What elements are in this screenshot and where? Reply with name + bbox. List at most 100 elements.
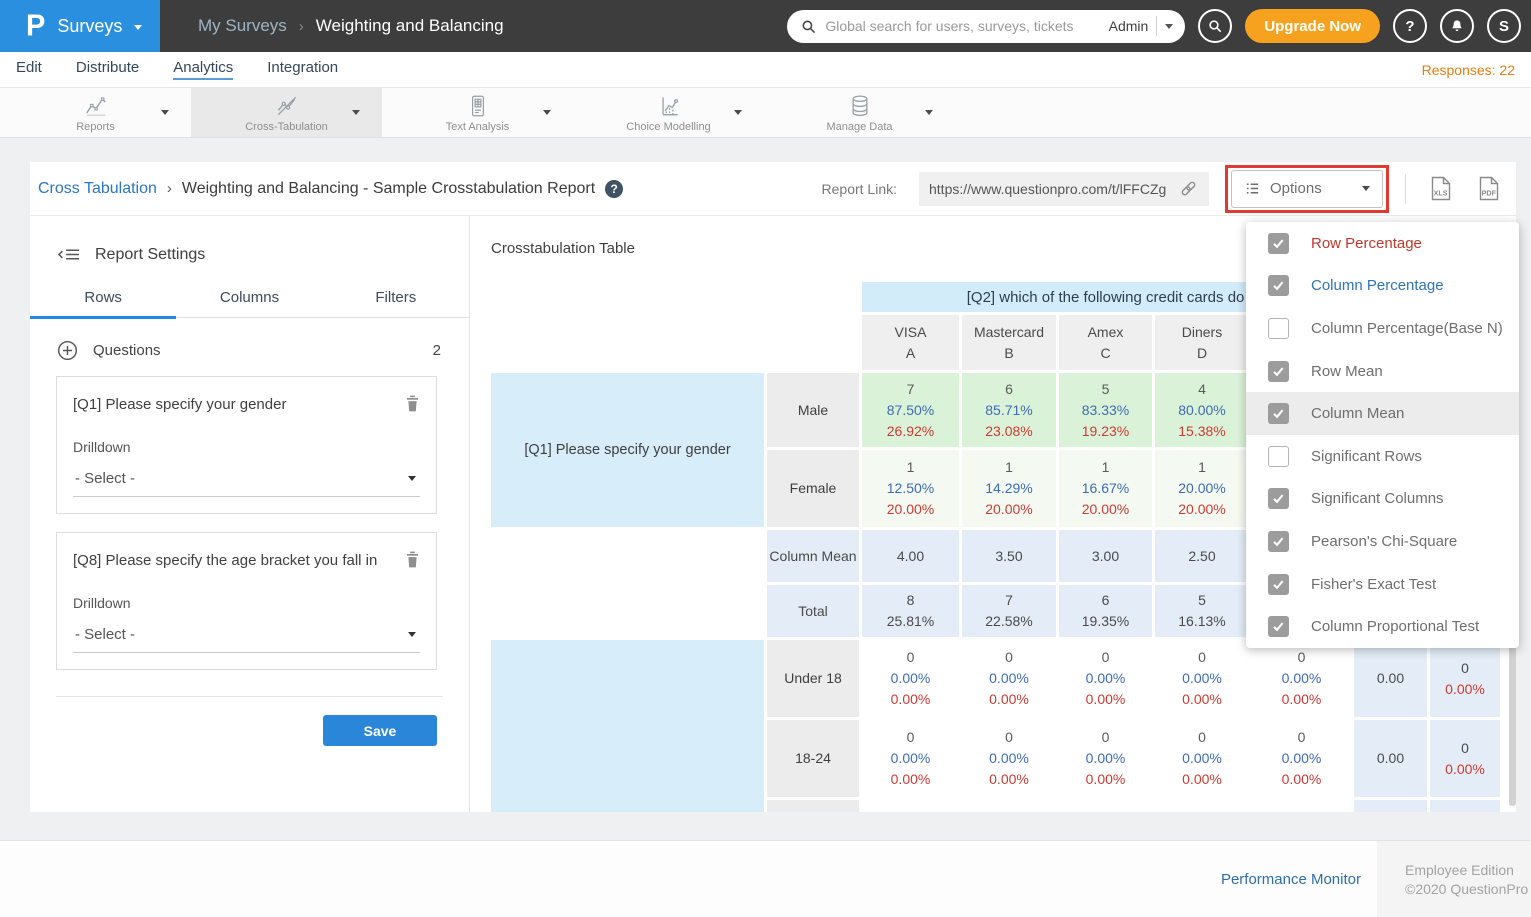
- total-cell: 722.58%: [962, 585, 1056, 637]
- checkbox-unchecked-icon[interactable]: [1268, 446, 1289, 467]
- checkbox-checked-icon[interactable]: [1268, 531, 1289, 552]
- nav-distribute[interactable]: Distribute: [76, 59, 139, 80]
- search-scope-selector[interactable]: Admin: [1109, 18, 1149, 34]
- row-label-total: Total: [767, 585, 859, 637]
- search-submit-button[interactable]: [1198, 9, 1232, 43]
- option-fisher-s-exact-test[interactable]: Fisher's Exact Test: [1246, 563, 1519, 606]
- search-icon: [1207, 18, 1223, 34]
- questions-label: Questions: [93, 342, 161, 359]
- option-row-mean[interactable]: Row Mean: [1246, 350, 1519, 393]
- data-cell: 120.00%20.00%: [1155, 450, 1249, 527]
- trash-icon[interactable]: [403, 393, 422, 414]
- chevron-down-icon[interactable]: [543, 110, 551, 115]
- cross-tabulation-link[interactable]: Cross Tabulation: [38, 180, 157, 198]
- toolbar-label: Manage Data: [826, 121, 892, 133]
- chevron-down-icon[interactable]: [161, 110, 169, 115]
- help-icon[interactable]: ?: [605, 180, 623, 198]
- checkbox-checked-icon[interactable]: [1268, 275, 1289, 296]
- drilldown-label: Drilldown: [73, 595, 420, 611]
- row-question-q1: [Q1] Please specify your gender: [491, 373, 764, 527]
- checkbox-checked-icon[interactable]: [1268, 616, 1289, 637]
- option-label: Row Percentage: [1311, 235, 1422, 252]
- option-column-percentage-base-n[interactable]: Column Percentage(Base N): [1246, 307, 1519, 350]
- option-row-percentage[interactable]: Row Percentage: [1246, 222, 1519, 265]
- checkbox-checked-icon[interactable]: [1268, 488, 1289, 509]
- drilldown-select[interactable]: - Select -: [73, 470, 420, 497]
- tab-filters[interactable]: Filters: [323, 289, 469, 319]
- report-link-box[interactable]: https://www.questionpro.com/t/lFFCZg: [919, 172, 1209, 206]
- product-switcher[interactable]: P Surveys: [0, 0, 160, 52]
- edition-label: Employee Edition: [1405, 861, 1531, 880]
- link-icon[interactable]: [1178, 178, 1199, 199]
- chevron-down-icon[interactable]: [1165, 24, 1173, 29]
- search-icon: [800, 18, 817, 35]
- nav-edit[interactable]: Edit: [16, 59, 42, 80]
- checkbox-checked-icon[interactable]: [1268, 574, 1289, 595]
- toolbar-choice-modelling[interactable]: Choice Modelling: [573, 88, 764, 137]
- avatar[interactable]: S: [1487, 9, 1521, 43]
- row-label-under-18: Under 18: [767, 640, 859, 717]
- data-cell: 787.50%26.92%: [862, 373, 959, 447]
- option-column-proportional-test[interactable]: Column Proportional Test: [1246, 605, 1519, 648]
- nav-analytics[interactable]: Analytics: [173, 59, 233, 80]
- search-input[interactable]: [825, 18, 1100, 34]
- nav-integration[interactable]: Integration: [267, 59, 338, 80]
- checkbox-unchecked-icon[interactable]: [1268, 318, 1289, 339]
- question-text: [Q1] Please specify your gender: [73, 395, 403, 415]
- option-label: Column Mean: [1311, 405, 1404, 422]
- help-button[interactable]: ?: [1393, 9, 1427, 43]
- responses-count[interactable]: Responses: 22: [1422, 62, 1515, 78]
- drilldown-select[interactable]: - Select -: [73, 626, 420, 653]
- sidebar-tabs: RowsColumnsFilters: [30, 289, 469, 318]
- collapse-panel-icon[interactable]: [56, 244, 82, 265]
- total-cell: 825.81%: [862, 585, 959, 637]
- chevron-down-icon[interactable]: [734, 110, 742, 115]
- divider: [1156, 16, 1157, 36]
- toolbar-manage-data[interactable]: Manage Data: [764, 88, 955, 137]
- upgrade-button[interactable]: Upgrade Now: [1245, 9, 1380, 43]
- checkbox-checked-icon[interactable]: [1268, 361, 1289, 382]
- option-column-percentage[interactable]: Column Percentage: [1246, 265, 1519, 308]
- copyright-label: ©2020 QuestionPro: [1405, 880, 1531, 899]
- checkbox-checked-icon[interactable]: [1268, 403, 1289, 424]
- report-url[interactable]: https://www.questionpro.com/t/lFFCZg: [929, 181, 1170, 197]
- total-cell: 00.00%: [1430, 640, 1500, 717]
- options-button-label: Options: [1270, 180, 1322, 197]
- global-search[interactable]: Admin: [787, 10, 1185, 43]
- report-link-label: Report Link:: [822, 181, 897, 197]
- chevron-down-icon: [1362, 186, 1370, 191]
- export-xls-button[interactable]: XLS: [1428, 175, 1454, 202]
- data-cell: 00.00%0.00%: [962, 640, 1056, 717]
- option-column-mean[interactable]: Column Mean: [1246, 392, 1519, 435]
- add-question-button[interactable]: [56, 339, 79, 362]
- notifications-button[interactable]: [1440, 9, 1474, 43]
- data-cell: 685.71%23.08%: [962, 373, 1056, 447]
- save-button[interactable]: Save: [323, 715, 437, 746]
- option-pearson-s-chi-square[interactable]: Pearson's Chi-Square: [1246, 520, 1519, 563]
- list-icon: [1244, 180, 1261, 197]
- toolbar-reports[interactable]: Reports: [0, 88, 191, 137]
- chevron-down-icon[interactable]: [925, 110, 933, 115]
- toolbar-cross-tabulation[interactable]: Cross-Tabulation: [191, 88, 382, 137]
- option-significant-columns[interactable]: Significant Columns: [1246, 478, 1519, 521]
- toolbar-text-analysis[interactable]: Text Analysis: [382, 88, 573, 137]
- breadcrumb-my-surveys[interactable]: My Surveys: [198, 16, 287, 36]
- data-cell: 583.33%19.23%: [1059, 373, 1152, 447]
- chevron-down-icon[interactable]: [352, 110, 360, 115]
- export-pdf-button[interactable]: PDF: [1476, 175, 1502, 202]
- options-button[interactable]: Options: [1231, 170, 1383, 208]
- option-significant-rows[interactable]: Significant Rows: [1246, 435, 1519, 478]
- performance-monitor-link[interactable]: Performance Monitor: [1221, 871, 1361, 888]
- trash-icon[interactable]: [403, 549, 422, 570]
- data-cell: [962, 800, 1056, 812]
- breadcrumb-current: Weighting and Balancing: [316, 16, 504, 36]
- chevron-down-icon: [408, 632, 416, 637]
- tab-columns[interactable]: Columns: [176, 289, 322, 319]
- column-header-diners: DinersD: [1155, 315, 1249, 370]
- survey-nav: Edit Distribute Analytics Integration Respo…: [0, 52, 1531, 88]
- breadcrumb-separator: ›: [167, 180, 172, 197]
- toolbar-label: Text Analysis: [446, 121, 510, 133]
- checkbox-checked-icon[interactable]: [1268, 233, 1289, 254]
- tab-rows[interactable]: Rows: [30, 289, 176, 319]
- question-card-2: [Q8] Please specify the age bracket you …: [56, 532, 437, 670]
